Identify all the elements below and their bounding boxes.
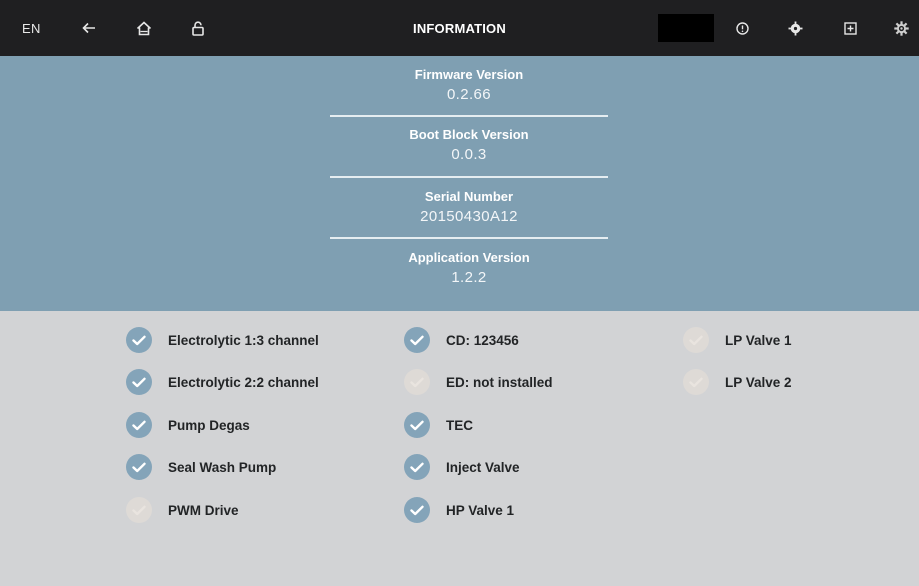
feature-label: LP Valve 2 (725, 374, 792, 390)
export-icon[interactable] (842, 0, 858, 56)
check-icon (683, 369, 709, 395)
feature-hp-valve-1: HP Valve 1 (404, 494, 514, 526)
firmware-version-block: Firmware Version 0.2.66 (330, 67, 608, 105)
feature-pwm-drive: PWM Drive (126, 494, 239, 526)
check-icon (404, 412, 430, 438)
home-icon[interactable] (134, 0, 154, 56)
feature-label: LP Valve 1 (725, 332, 792, 348)
feature-electrolytic-2-2: Electrolytic 2:2 channel (126, 366, 319, 398)
feature-label: Inject Valve (446, 459, 520, 475)
info-label: Application Version (408, 250, 530, 265)
info-circle-icon[interactable] (734, 0, 750, 56)
info-label: Firmware Version (414, 67, 524, 82)
check-icon (683, 327, 709, 353)
feature-lp-valve-1: LP Valve 1 (683, 324, 792, 356)
info-value: 1.2.2 (451, 269, 487, 286)
info-value: 20150430A12 (420, 208, 518, 225)
info-value: 0.2.66 (446, 86, 492, 103)
language-button[interactable]: EN (22, 0, 41, 56)
check-icon (126, 497, 152, 523)
feature-label: Electrolytic 2:2 channel (168, 374, 319, 390)
info-label: Serial Number (424, 189, 514, 204)
application-version-block: Application Version 1.2.2 (330, 250, 608, 288)
divider (330, 237, 608, 239)
feature-seal-wash-pump: Seal Wash Pump (126, 451, 276, 483)
status-indicator (658, 14, 714, 42)
feature-label: Seal Wash Pump (168, 459, 277, 475)
serial-number-block: Serial Number 20150430A12 (330, 189, 608, 227)
feature-tec: TEC (404, 409, 473, 441)
feature-cd: CD: 123456 (404, 324, 519, 356)
feature-label: ED: not installed (446, 374, 553, 390)
feature-label: PWM Drive (168, 502, 239, 518)
info-label: Boot Block Version (409, 127, 529, 142)
check-icon (126, 327, 152, 353)
feature-label: TEC (446, 417, 473, 433)
check-icon (404, 327, 430, 353)
gear-icon[interactable] (892, 0, 910, 56)
feature-pump-degas: Pump Degas (126, 409, 250, 441)
divider (330, 176, 608, 178)
feature-label: HP Valve 1 (446, 502, 515, 518)
divider (330, 115, 608, 117)
settings-sun-icon[interactable] (787, 0, 803, 56)
feature-electrolytic-1-3: Electrolytic 1:3 channel (126, 324, 319, 356)
back-arrow-icon[interactable] (80, 0, 98, 56)
check-icon (404, 497, 430, 523)
top-bar: INFORMATION EN (0, 0, 919, 56)
check-icon (126, 369, 152, 395)
check-icon (126, 454, 152, 480)
check-icon (404, 369, 430, 395)
information-panel: Firmware Version 0.2.66 Boot Block Versi… (0, 56, 919, 311)
page-title: INFORMATION (413, 20, 506, 36)
boot-block-version-block: Boot Block Version 0.0.3 (330, 127, 608, 165)
feature-inject-valve: Inject Valve (404, 451, 520, 483)
feature-ed: ED: not installed (404, 366, 553, 398)
lock-icon[interactable] (190, 0, 206, 56)
check-icon (126, 412, 152, 438)
feature-label: Pump Degas (168, 417, 250, 433)
info-value: 0.0.3 (451, 146, 487, 163)
check-icon (404, 454, 430, 480)
feature-label: CD: 123456 (446, 332, 519, 348)
feature-label: Electrolytic 1:3 channel (168, 332, 319, 348)
feature-lp-valve-2: LP Valve 2 (683, 366, 792, 398)
